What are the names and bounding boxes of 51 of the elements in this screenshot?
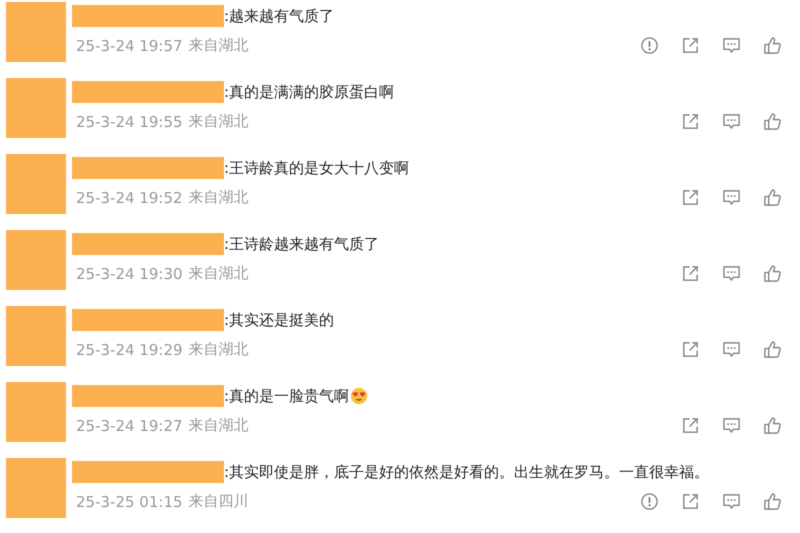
share-icon[interactable]: [681, 264, 700, 283]
share-icon[interactable]: [681, 416, 700, 435]
redaction-block: [6, 382, 66, 442]
comment-location: 来自湖北: [188, 112, 249, 131]
comment-icon[interactable]: [722, 492, 741, 511]
like-icon[interactable]: [763, 340, 782, 359]
comment-location: 来自四川: [188, 492, 249, 511]
share-icon[interactable]: [681, 340, 700, 359]
share-icon[interactable]: [681, 112, 700, 131]
comment-time: 25-3-24 19:57: [76, 36, 183, 54]
comment-location: 来自湖北: [188, 188, 249, 207]
comment-text: :王诗龄越来越有气质了: [224, 234, 380, 254]
comment-text: :越来越有气质了: [224, 6, 334, 26]
like-icon[interactable]: [763, 492, 782, 511]
comment-text: :真的是满满的胶原蛋白啊: [224, 82, 394, 102]
report-icon[interactable]: [640, 492, 659, 511]
comment-icon[interactable]: [722, 416, 741, 435]
like-icon[interactable]: [763, 36, 782, 55]
share-icon[interactable]: [681, 188, 700, 207]
share-icon[interactable]: [681, 492, 700, 511]
comment-location: 来自湖北: [188, 416, 249, 435]
report-icon[interactable]: [640, 36, 659, 55]
comment-text: :王诗龄真的是女大十八变啊: [224, 158, 410, 178]
like-icon[interactable]: [763, 416, 782, 435]
comment-icon[interactable]: [722, 36, 741, 55]
comment-location: 来自湖北: [188, 264, 249, 283]
comment-text: :其实即使是胖，底子是好的依然是好看的。出生就在罗马。一直很幸福。: [224, 462, 710, 482]
comment-time: 25-3-24 19:30: [76, 264, 183, 282]
comment-text: :其实还是挺美的: [224, 310, 334, 330]
comment-icon[interactable]: [722, 340, 741, 359]
comment-text: :真的是一脸贵气啊: [224, 386, 350, 406]
comment-time: 25-3-24 19:52: [76, 188, 183, 206]
like-icon[interactable]: [763, 112, 782, 131]
comment-time: 25-3-24 19:29: [76, 340, 183, 358]
comment-time: 25-3-24 19:55: [76, 112, 183, 130]
redaction-block: [6, 2, 66, 62]
comment-time: 25-3-25 01:15: [76, 492, 183, 510]
share-icon[interactable]: [681, 36, 700, 55]
comment-time: 25-3-24 19:27: [76, 416, 183, 434]
comment-icon[interactable]: [722, 188, 741, 207]
redaction-block: [6, 78, 66, 138]
redaction-block: [6, 230, 66, 290]
like-icon[interactable]: [763, 264, 782, 283]
redaction-block: [6, 458, 66, 518]
like-icon[interactable]: [763, 188, 782, 207]
comment-location: 来自湖北: [188, 340, 249, 359]
comment-location: 来自湖北: [188, 36, 249, 55]
redaction-block: [6, 306, 66, 366]
comment-icon[interactable]: [722, 112, 741, 131]
comment-icon[interactable]: [722, 264, 741, 283]
redaction-block: [6, 154, 66, 214]
